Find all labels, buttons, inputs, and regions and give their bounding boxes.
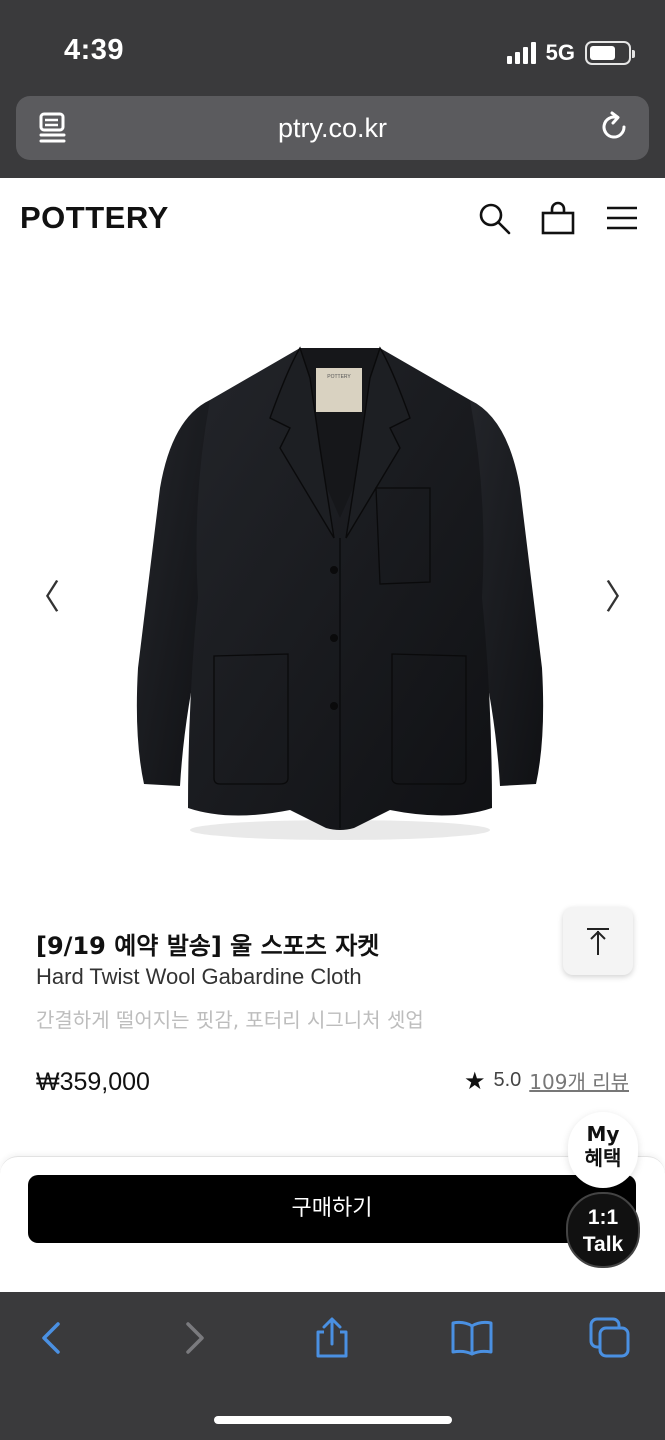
signal-icon — [506, 42, 536, 64]
status-time: 4:39 — [64, 34, 125, 66]
next-image-arrow[interactable]: 〉 — [605, 570, 639, 619]
arrow-up-icon — [587, 928, 609, 955]
rating-summary: ★ 5.0 109개 리뷰 — [464, 1066, 629, 1095]
star-icon: ★ — [463, 1066, 486, 1095]
site-logo[interactable]: POTTERY — [20, 200, 169, 236]
browser-chrome: 4:39 5G ptry.co.kr — [0, 0, 665, 178]
product-gallery[interactable]: 〈 〉 POTTERY — [0, 258, 665, 898]
product-subtitle: Hard Twist Wool Gabardine Cloth — [36, 964, 362, 989]
product-description: 간결하게 떨어지는 핏감, 포터리 시그니처 셋업 — [36, 1008, 424, 1032]
search-icon[interactable] — [476, 200, 512, 236]
talk-button[interactable]: 1:1 Talk — [566, 1192, 640, 1268]
label-text: POTTERY — [327, 374, 351, 380]
my-benefits-line2: 혜택 — [584, 1146, 622, 1170]
rating-value: 5.0 — [493, 1069, 522, 1091]
menu-icon[interactable] — [604, 200, 640, 236]
my-benefits-button[interactable]: My 혜택 — [568, 1112, 638, 1188]
browser-toolbar — [0, 1292, 665, 1440]
site-header: POTTERY — [0, 178, 665, 258]
reload-icon[interactable] — [597, 110, 631, 144]
scroll-top-button[interactable] — [563, 907, 633, 975]
product-title: [9/19 예약 발송] 울 스포츠 자켓 — [36, 932, 380, 960]
back-icon[interactable] — [30, 1316, 74, 1360]
product-image: POTTERY — [136, 346, 544, 840]
bookmarks-icon[interactable] — [450, 1316, 494, 1360]
url-bar[interactable]: ptry.co.kr — [16, 96, 649, 160]
forward-icon[interactable] — [172, 1316, 216, 1360]
share-icon[interactable] — [310, 1316, 354, 1360]
url-text[interactable]: ptry.co.kr — [16, 113, 649, 144]
buy-button[interactable]: 구매하기 — [28, 1175, 636, 1243]
cart-icon[interactable] — [540, 200, 576, 236]
network-label: 5G — [545, 40, 575, 65]
status-indicators: 5G — [506, 38, 635, 68]
battery-icon — [585, 41, 635, 65]
tabs-icon[interactable] — [588, 1316, 632, 1360]
reviews-link[interactable]: 109개 리뷰 — [529, 1066, 629, 1095]
talk-line2: Talk — [582, 1233, 624, 1256]
home-indicator — [214, 1416, 452, 1424]
product-price: ₩359,000 — [36, 1068, 150, 1096]
talk-line1: 1:1 — [587, 1206, 619, 1229]
my-benefits-line1: My — [586, 1122, 620, 1146]
prev-image-arrow[interactable]: 〈 — [26, 570, 60, 619]
